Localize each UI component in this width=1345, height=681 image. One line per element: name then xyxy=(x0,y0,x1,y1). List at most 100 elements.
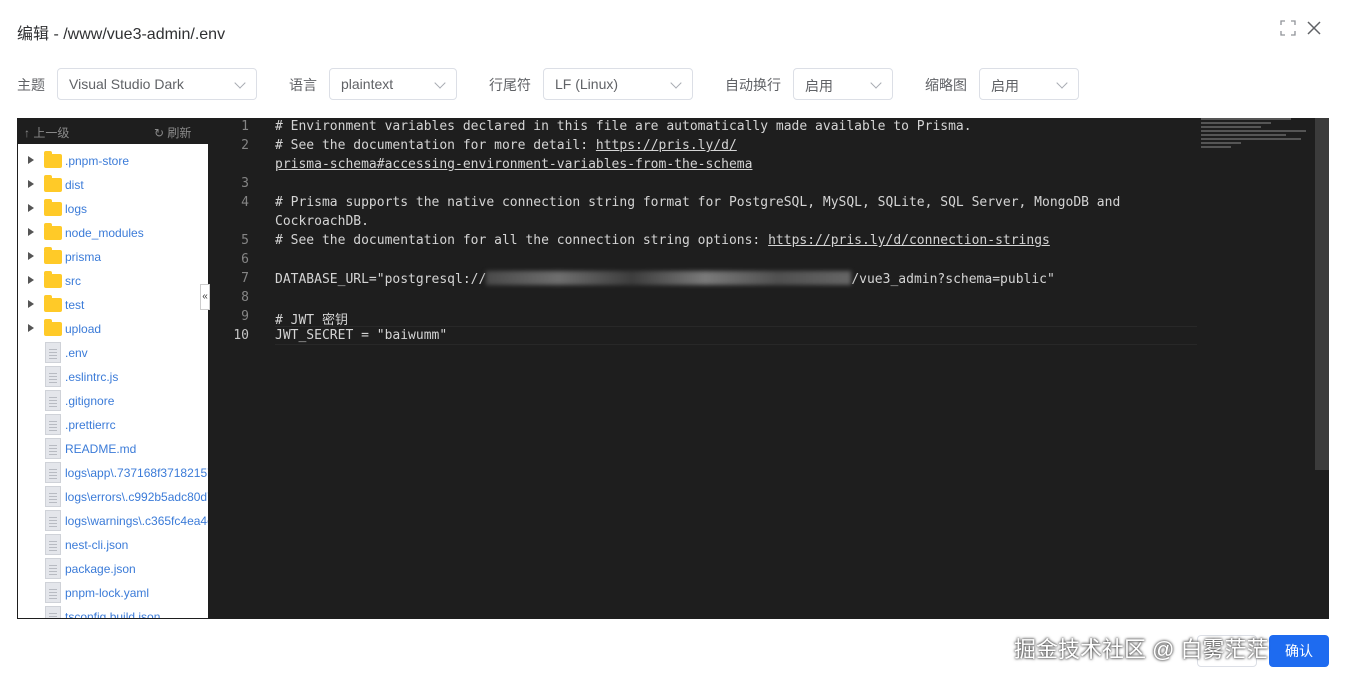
folder-icon xyxy=(44,175,62,192)
confirm-button[interactable]: 确认 xyxy=(1269,635,1329,667)
vertical-scrollbar[interactable] xyxy=(1315,118,1329,470)
folder-icon xyxy=(44,223,62,240)
eol-label: 行尾符 xyxy=(489,77,531,93)
tree-item[interactable]: node_modules xyxy=(18,221,208,245)
code-line-2: # See the documentation for more detail:… xyxy=(275,138,737,153)
tree-item[interactable]: .eslintrc.js xyxy=(18,365,208,389)
tree-item[interactable]: test xyxy=(18,293,208,317)
tree-item[interactable]: logs\errors\.c992b5adc80d7 xyxy=(18,485,208,509)
code-line-2-wrap: prisma-schema#accessing-environment-vari… xyxy=(275,157,752,172)
expand-arrow-icon[interactable] xyxy=(28,180,34,188)
expand-arrow-icon[interactable] xyxy=(28,156,34,164)
tree-item-label: pnpm-lock.yaml xyxy=(65,586,150,600)
refresh-button[interactable]: ↻ 刷新 xyxy=(154,124,191,141)
folder-icon xyxy=(44,199,62,216)
tree-item[interactable]: src xyxy=(18,269,208,293)
line-number: 8 xyxy=(241,290,249,305)
theme-select[interactable]: Visual Studio Dark xyxy=(57,68,257,100)
code-line-9: # JWT 密钥 xyxy=(275,313,348,328)
editor-dialog: 编辑 - /www/vue3-admin/.env 主题 Visual Stud… xyxy=(0,0,1345,681)
tree-item-label: .env xyxy=(65,346,88,360)
expand-arrow-icon[interactable] xyxy=(28,228,34,236)
tree-item-label: nest-cli.json xyxy=(65,538,129,552)
fullscreen-icon[interactable] xyxy=(1280,20,1300,40)
chevron-down-icon xyxy=(870,77,882,89)
tree-item[interactable]: package.json xyxy=(18,557,208,581)
tree-item-label: README.md xyxy=(65,442,137,456)
code-text: DATABASE_URL="postgresql:// xyxy=(275,272,487,287)
code-line-4: # Prisma supports the native connection … xyxy=(275,195,1121,210)
language-select-value: plaintext xyxy=(341,76,394,92)
tree-item[interactable]: pnpm-lock.yaml xyxy=(18,581,208,605)
toolbar: 主题 Visual Studio Dark 语言 plaintext 行尾符 L… xyxy=(17,68,1117,100)
expand-arrow-icon[interactable] xyxy=(28,252,34,260)
minimap[interactable] xyxy=(1201,118,1311,158)
file-icon xyxy=(45,486,61,507)
folder-icon xyxy=(44,151,62,168)
language-select[interactable]: plaintext xyxy=(329,68,457,100)
code-text: # See the documentation for more detail: xyxy=(275,138,596,153)
tree-item-label: .gitignore xyxy=(65,394,115,408)
doc-link[interactable]: https://pris.ly/d/ xyxy=(596,138,737,153)
tree-item[interactable]: dist xyxy=(18,173,208,197)
tree-item[interactable]: .pnpm-store xyxy=(18,149,208,173)
file-icon xyxy=(45,342,61,363)
close-icon[interactable] xyxy=(1306,20,1326,40)
file-icon xyxy=(45,606,61,618)
tree-item-label: logs\warnings\.c365fc4ea4e xyxy=(65,514,209,528)
tree-item[interactable]: README.md xyxy=(18,437,208,461)
line-number: 3 xyxy=(241,176,249,191)
file-icon xyxy=(45,462,61,483)
file-icon xyxy=(45,582,61,603)
theme-select-value: Visual Studio Dark xyxy=(69,76,184,92)
tree-item-label: logs\app\.737168f37182157 xyxy=(65,466,209,480)
minimap-select[interactable]: 启用 xyxy=(979,68,1079,100)
collapse-sidebar-button[interactable]: « xyxy=(200,284,210,310)
tree-item[interactable]: .env xyxy=(18,341,208,365)
tree-item-label: .eslintrc.js xyxy=(65,370,119,384)
line-number: 4 xyxy=(241,195,249,210)
tree-item-label: prisma xyxy=(65,250,102,264)
folder-icon xyxy=(44,247,62,264)
tree-item[interactable]: nest-cli.json xyxy=(18,533,208,557)
wrap-select[interactable]: 启用 xyxy=(793,68,893,100)
tree-item[interactable]: logs\app\.737168f37182157 xyxy=(18,461,209,485)
chevron-down-icon xyxy=(670,77,682,89)
tree-item[interactable]: .prettierrc xyxy=(18,413,208,437)
tree-item[interactable]: prisma xyxy=(18,245,208,269)
theme-label: 主题 xyxy=(17,77,45,93)
tree-item[interactable]: logs\warnings\.c365fc4ea4e xyxy=(18,509,209,533)
code-line-10: JWT_SECRET = "baiwumm" xyxy=(275,328,448,343)
wrap-label: 自动换行 xyxy=(725,77,781,93)
file-sidebar: ↑ 上一级 ↻ 刷新 .pnpm-store dist logs node_modul… xyxy=(17,118,209,619)
expand-arrow-icon[interactable] xyxy=(28,324,34,332)
code-editor[interactable]: 1 2 3 4 5 6 7 8 9 10 # Environment variables decl… xyxy=(211,118,1329,619)
go-up-button[interactable]: ↑ 上一级 xyxy=(24,124,69,141)
expand-arrow-icon[interactable] xyxy=(28,204,34,212)
tree-item-label: node_modules xyxy=(65,226,144,240)
editor-workspace: ↑ 上一级 ↻ 刷新 .pnpm-store dist logs node_modul… xyxy=(17,118,1329,619)
file-icon xyxy=(45,414,61,435)
file-tree: .pnpm-store dist logs node_modulesprisma src… xyxy=(18,149,209,619)
code-text: # See the documentation for all the conn… xyxy=(275,233,769,248)
connection-strings-link[interactable]: https://pris.ly/d/connection-strings xyxy=(768,233,1050,248)
line-number: 5 xyxy=(241,233,249,248)
redacted-credentials xyxy=(486,271,852,285)
code-line-5: # See the documentation for all the conn… xyxy=(275,233,1050,248)
minimap-label: 缩略图 xyxy=(925,77,967,93)
tree-item[interactable]: logs xyxy=(18,197,208,221)
eol-select[interactable]: LF (Linux) xyxy=(543,68,693,100)
tree-item[interactable]: upload xyxy=(18,317,208,341)
line-number: 7 xyxy=(241,271,249,286)
code-line-1: # Environment variables declared in this… xyxy=(275,119,972,134)
tree-item-label: tsconfig.build.json xyxy=(65,610,161,619)
tree-item[interactable]: tsconfig.build.json xyxy=(18,605,208,619)
tree-item-label: package.json xyxy=(65,562,136,576)
expand-arrow-icon[interactable] xyxy=(28,276,34,284)
expand-arrow-icon[interactable] xyxy=(28,300,34,308)
line-number: 10 xyxy=(233,328,249,343)
tree-item[interactable]: .gitignore xyxy=(18,389,208,413)
wrap-select-value: 启用 xyxy=(805,78,833,94)
doc-link-continued[interactable]: prisma-schema#accessing-environment-vari… xyxy=(275,157,752,172)
code-line-7: DATABASE_URL="postgresql:// /vue3_admin?s… xyxy=(275,271,1055,287)
